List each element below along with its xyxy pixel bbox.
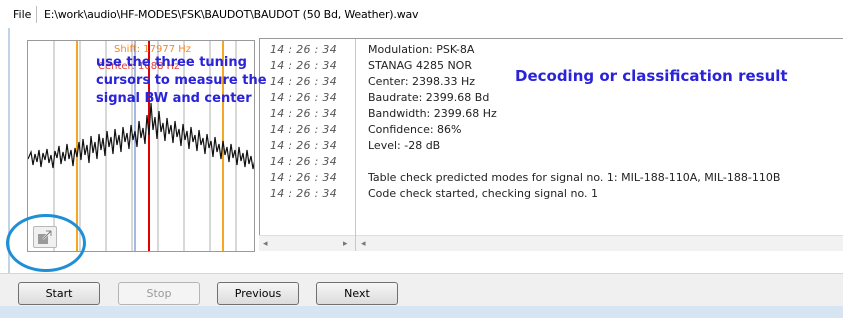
log-message: Table check predicted modes for signal n… [368,171,781,184]
stop-button[interactable]: Stop [118,282,200,305]
scroll-right-icon[interactable]: ▸ [343,239,348,249]
log-message: STANAG 4285 NOR [368,59,472,72]
highlight-circle [6,214,86,272]
log-message: Baudrate: 2399.68 Bd [368,91,490,104]
result-annotation: Decoding or classification result [515,67,788,85]
log-time: 14 : 26 : 34 [270,107,337,120]
log-message: Code check started, checking signal no. … [368,187,598,200]
window-bottom-strip [0,306,843,318]
log-hscrollbar[interactable]: ◂ [356,235,843,251]
previous-button[interactable]: Previous [217,282,299,305]
log-message: Confidence: 86% [368,123,462,136]
log-message: Center: 2398.33 Hz [368,75,476,88]
file-bar-separator [36,6,37,23]
button-bar: Start Stop Previous Next [0,273,843,306]
log-time: 14 : 26 : 34 [270,187,337,200]
file-path: E:\work\audio\HF-MODES\FSK\BAUDOT\BAUDOT… [44,8,419,21]
file-bar: File E:\work\audio\HF-MODES\FSK\BAUDOT\B… [0,0,843,30]
signal-trace [28,102,254,170]
next-button[interactable]: Next [316,282,398,305]
log-message: Modulation: PSK-8A [368,43,475,56]
scroll-left-icon[interactable]: ◂ [263,239,268,249]
tuning-annotation: use the three tuning cursors to measure … [96,55,267,106]
log-time: 14 : 26 : 34 [270,171,337,184]
log-time: 14 : 26 : 34 [270,155,337,168]
timestamp-hscrollbar[interactable]: ◂ ▸ [259,235,355,251]
log-time: 14 : 26 : 34 [270,123,337,136]
log-message: Level: -28 dB [368,139,441,152]
log-message: Bandwidth: 2399.68 Hz [368,107,497,120]
file-menu[interactable]: File [13,8,31,21]
log-time: 14 : 26 : 34 [270,139,337,152]
scroll-left-icon[interactable]: ◂ [361,239,366,249]
start-button[interactable]: Start [18,282,100,305]
